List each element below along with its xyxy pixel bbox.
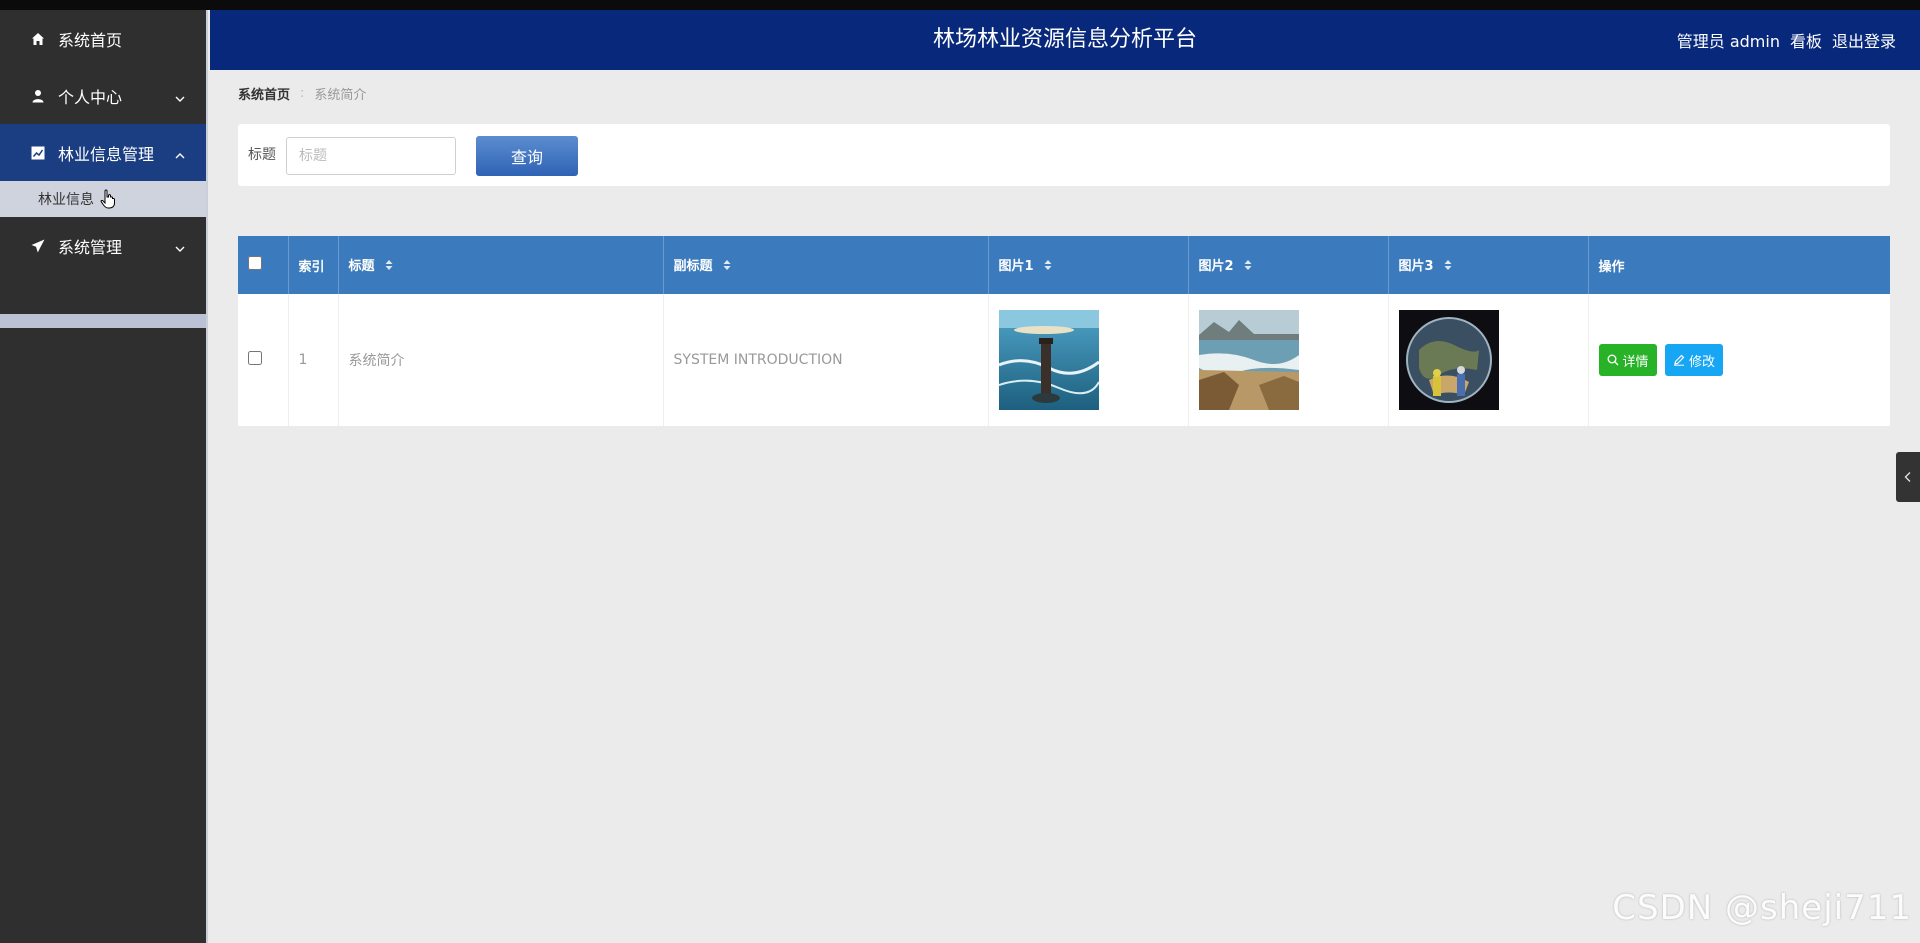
- dashboard-link[interactable]: 看板: [1790, 28, 1822, 52]
- edit-button[interactable]: 修改: [1664, 344, 1723, 376]
- table-header-row: 索引 标题 副标题 图片1 图片2 图片3 操作: [238, 236, 1890, 294]
- coastal-rocks-thumbnail[interactable]: [1198, 310, 1299, 410]
- edit-icon: [1673, 354, 1685, 366]
- search-panel: 标题 查询: [238, 124, 1890, 186]
- header-links: 管理员 admin 看板 退出登录: [1677, 10, 1896, 70]
- breadcrumb: 系统首页 : 系统简介: [238, 84, 366, 103]
- row-index: 1: [288, 294, 339, 426]
- header-image2[interactable]: 图片2: [1188, 236, 1389, 294]
- row-select-cell: [238, 294, 289, 426]
- sort-icon[interactable]: [1044, 259, 1052, 275]
- home-icon: [30, 31, 46, 47]
- header-image3[interactable]: 图片3: [1388, 236, 1589, 294]
- lighthouse-sea-thumbnail[interactable]: [998, 310, 1099, 410]
- sidebar-subitem-label: 林业信息: [38, 192, 94, 208]
- sort-icon[interactable]: [385, 259, 393, 275]
- row-image1-cell: [988, 294, 1189, 426]
- sidebar-item-label: 林业信息管理: [58, 144, 155, 164]
- breadcrumb-home[interactable]: 系统首页: [238, 84, 290, 103]
- header-subtitle-label: 副标题: [673, 259, 713, 275]
- sidebar-item-system-management[interactable]: 系统管理: [0, 217, 206, 274]
- header-actions: 操作: [1588, 236, 1890, 294]
- row-title: 系统简介: [338, 294, 664, 426]
- header-actions-label: 操作: [1598, 259, 1625, 275]
- chevron-up-icon: [174, 147, 186, 159]
- header-title[interactable]: 标题: [338, 236, 664, 294]
- chevron-down-icon: [174, 240, 186, 252]
- sort-icon[interactable]: [1244, 259, 1252, 275]
- header-subtitle[interactable]: 副标题: [663, 236, 989, 294]
- header-index-label: 索引: [298, 259, 325, 275]
- header-image1[interactable]: 图片1: [988, 236, 1189, 294]
- sidebar: 系统首页 个人中心 林业信息管理 林业信息 系统管理: [0, 10, 208, 943]
- breadcrumb-current: 系统简介: [314, 88, 367, 103]
- planet-figures-thumbnail[interactable]: [1398, 310, 1499, 410]
- logout-link[interactable]: 退出登录: [1832, 28, 1896, 52]
- admin-user-label: 管理员 admin: [1676, 32, 1780, 51]
- search-title-label: 标题: [248, 147, 276, 163]
- sidebar-item-personal-center[interactable]: 个人中心: [0, 67, 206, 124]
- edit-button-label: 修改: [1688, 354, 1715, 370]
- row-subtitle: SYSTEM INTRODUCTION: [663, 294, 989, 426]
- top-header: 林场林业资源信息分析平台 管理员 admin 看板 退出登录: [210, 10, 1920, 70]
- table-row: 1 系统简介 SYSTEM INTRODUCTION 详情 修改: [238, 294, 1890, 426]
- header-image3-label: 图片3: [1398, 259, 1434, 275]
- row-actions-cell: 详情 修改: [1588, 294, 1890, 426]
- header-index: 索引: [288, 236, 339, 294]
- sidebar-item-label: 个人中心: [58, 87, 123, 107]
- sidebar-item-label: 系统首页: [58, 30, 123, 50]
- sort-icon[interactable]: [1444, 259, 1452, 275]
- header-image1-label: 图片1: [998, 259, 1034, 275]
- header-title-label: 标题: [348, 259, 375, 275]
- chevron-left-icon: [1903, 471, 1913, 483]
- search-icon: [1607, 354, 1619, 366]
- select-all-checkbox[interactable]: [248, 256, 262, 270]
- header-image2-label: 图片2: [1198, 259, 1234, 275]
- watermark: CSDN @sheji711: [1612, 888, 1912, 928]
- sort-icon[interactable]: [723, 259, 731, 275]
- sidebar-item-label: 系统管理: [58, 237, 123, 257]
- row-image3-cell: [1388, 294, 1589, 426]
- search-button[interactable]: 查询: [476, 136, 578, 176]
- row-image2-cell: [1188, 294, 1389, 426]
- sidebar-item-home[interactable]: 系统首页: [0, 10, 206, 67]
- search-title-input[interactable]: [286, 137, 456, 175]
- breadcrumb-separator: :: [300, 86, 305, 101]
- header-select-all: [238, 236, 289, 294]
- user-icon: [30, 88, 46, 104]
- app-title: 林场林业资源信息分析平台: [932, 27, 1197, 52]
- chevron-down-icon: [174, 90, 186, 102]
- sidebar-item-forestry-management[interactable]: 林业信息管理: [0, 124, 206, 181]
- row-checkbox[interactable]: [248, 351, 262, 365]
- sidebar-subitem-forestry-info[interactable]: 林业信息: [0, 181, 206, 217]
- side-panel-toggle[interactable]: [1896, 452, 1920, 502]
- top-strip: [0, 0, 1920, 10]
- sidebar-divider-bar: [0, 314, 206, 328]
- detail-button-label: 详情: [1622, 354, 1649, 370]
- chart-icon: [30, 145, 46, 161]
- hand-cursor-icon: [100, 189, 116, 209]
- detail-button[interactable]: 详情: [1598, 344, 1657, 376]
- send-icon: [30, 238, 46, 254]
- data-table: 索引 标题 副标题 图片1 图片2 图片3 操作 1 系统简介 SYSTEM I…: [238, 236, 1890, 426]
